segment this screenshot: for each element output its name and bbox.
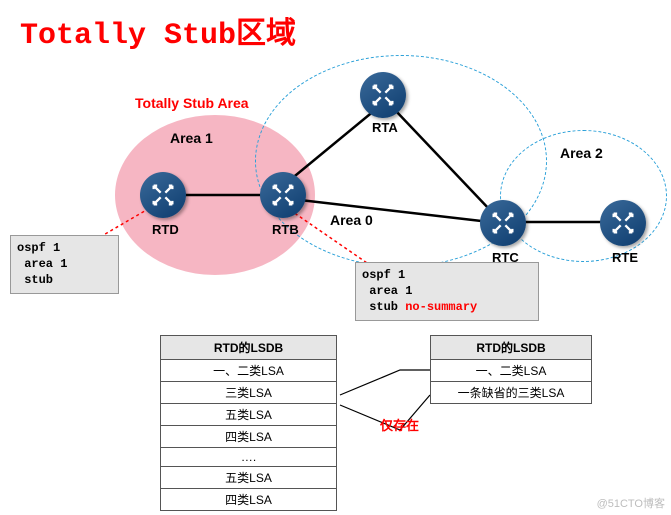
lsdb-after: RTD的LSDB 一、二类LSA 一条缺省的三类LSA (430, 335, 592, 404)
router-icon (609, 209, 637, 237)
area1-label: Area 1 (170, 130, 213, 146)
router-icon (489, 209, 517, 237)
cfg-line: ospf 1 (17, 241, 60, 255)
router-rtd (140, 172, 186, 218)
lsdb-row: 三类LSA (161, 382, 336, 404)
cfg-line: area 1 (17, 257, 67, 271)
router-icon (269, 181, 297, 209)
cfg-line: area 1 (362, 284, 412, 298)
lsdb-row: …. (161, 448, 336, 467)
lsdb-row: 四类LSA (161, 426, 336, 448)
lsdb-row: 一、二类LSA (431, 360, 591, 382)
router-rtb (260, 172, 306, 218)
lsdb-row: 五类LSA (161, 467, 336, 489)
router-rtc (480, 200, 526, 246)
config-rtd: ospf 1 area 1 stub (10, 235, 119, 294)
only-label: 仅存在 (380, 415, 419, 434)
lsdb-row: 四类LSA (161, 489, 336, 510)
router-label-rtb: RTB (272, 222, 299, 237)
config-rtb: ospf 1 area 1 stub no-summary (355, 262, 539, 321)
router-label-rtd: RTD (152, 222, 179, 237)
lsdb-row: 一、二类LSA (161, 360, 336, 382)
lsdb-header: RTD的LSDB (161, 336, 336, 360)
cfg-line: stub (17, 273, 53, 287)
stub-area-label: Totally Stub Area (135, 95, 249, 111)
lsdb-header: RTD的LSDB (431, 336, 591, 360)
router-label-rte: RTE (612, 250, 638, 265)
cfg-line: ospf 1 (362, 268, 405, 282)
area2-label: Area 2 (560, 145, 603, 161)
lsdb-row: 五类LSA (161, 404, 336, 426)
router-rta (360, 72, 406, 118)
cfg-line: stub no-summary (362, 300, 477, 314)
lsdb-before: RTD的LSDB 一、二类LSA 三类LSA 五类LSA 四类LSA …. 五类… (160, 335, 337, 511)
page-title: Totally Stub区域 (20, 8, 296, 53)
router-label-rta: RTA (372, 120, 398, 135)
diagram-stage: Totally Stub区域 RTA RTB RTC RTD RTE Total… (0, 0, 671, 515)
router-rte (600, 200, 646, 246)
watermark: @51CTO博客 (597, 495, 665, 511)
router-icon (149, 181, 177, 209)
area0-label: Area 0 (330, 212, 373, 228)
lsdb-row: 一条缺省的三类LSA (431, 382, 591, 403)
router-icon (369, 81, 397, 109)
